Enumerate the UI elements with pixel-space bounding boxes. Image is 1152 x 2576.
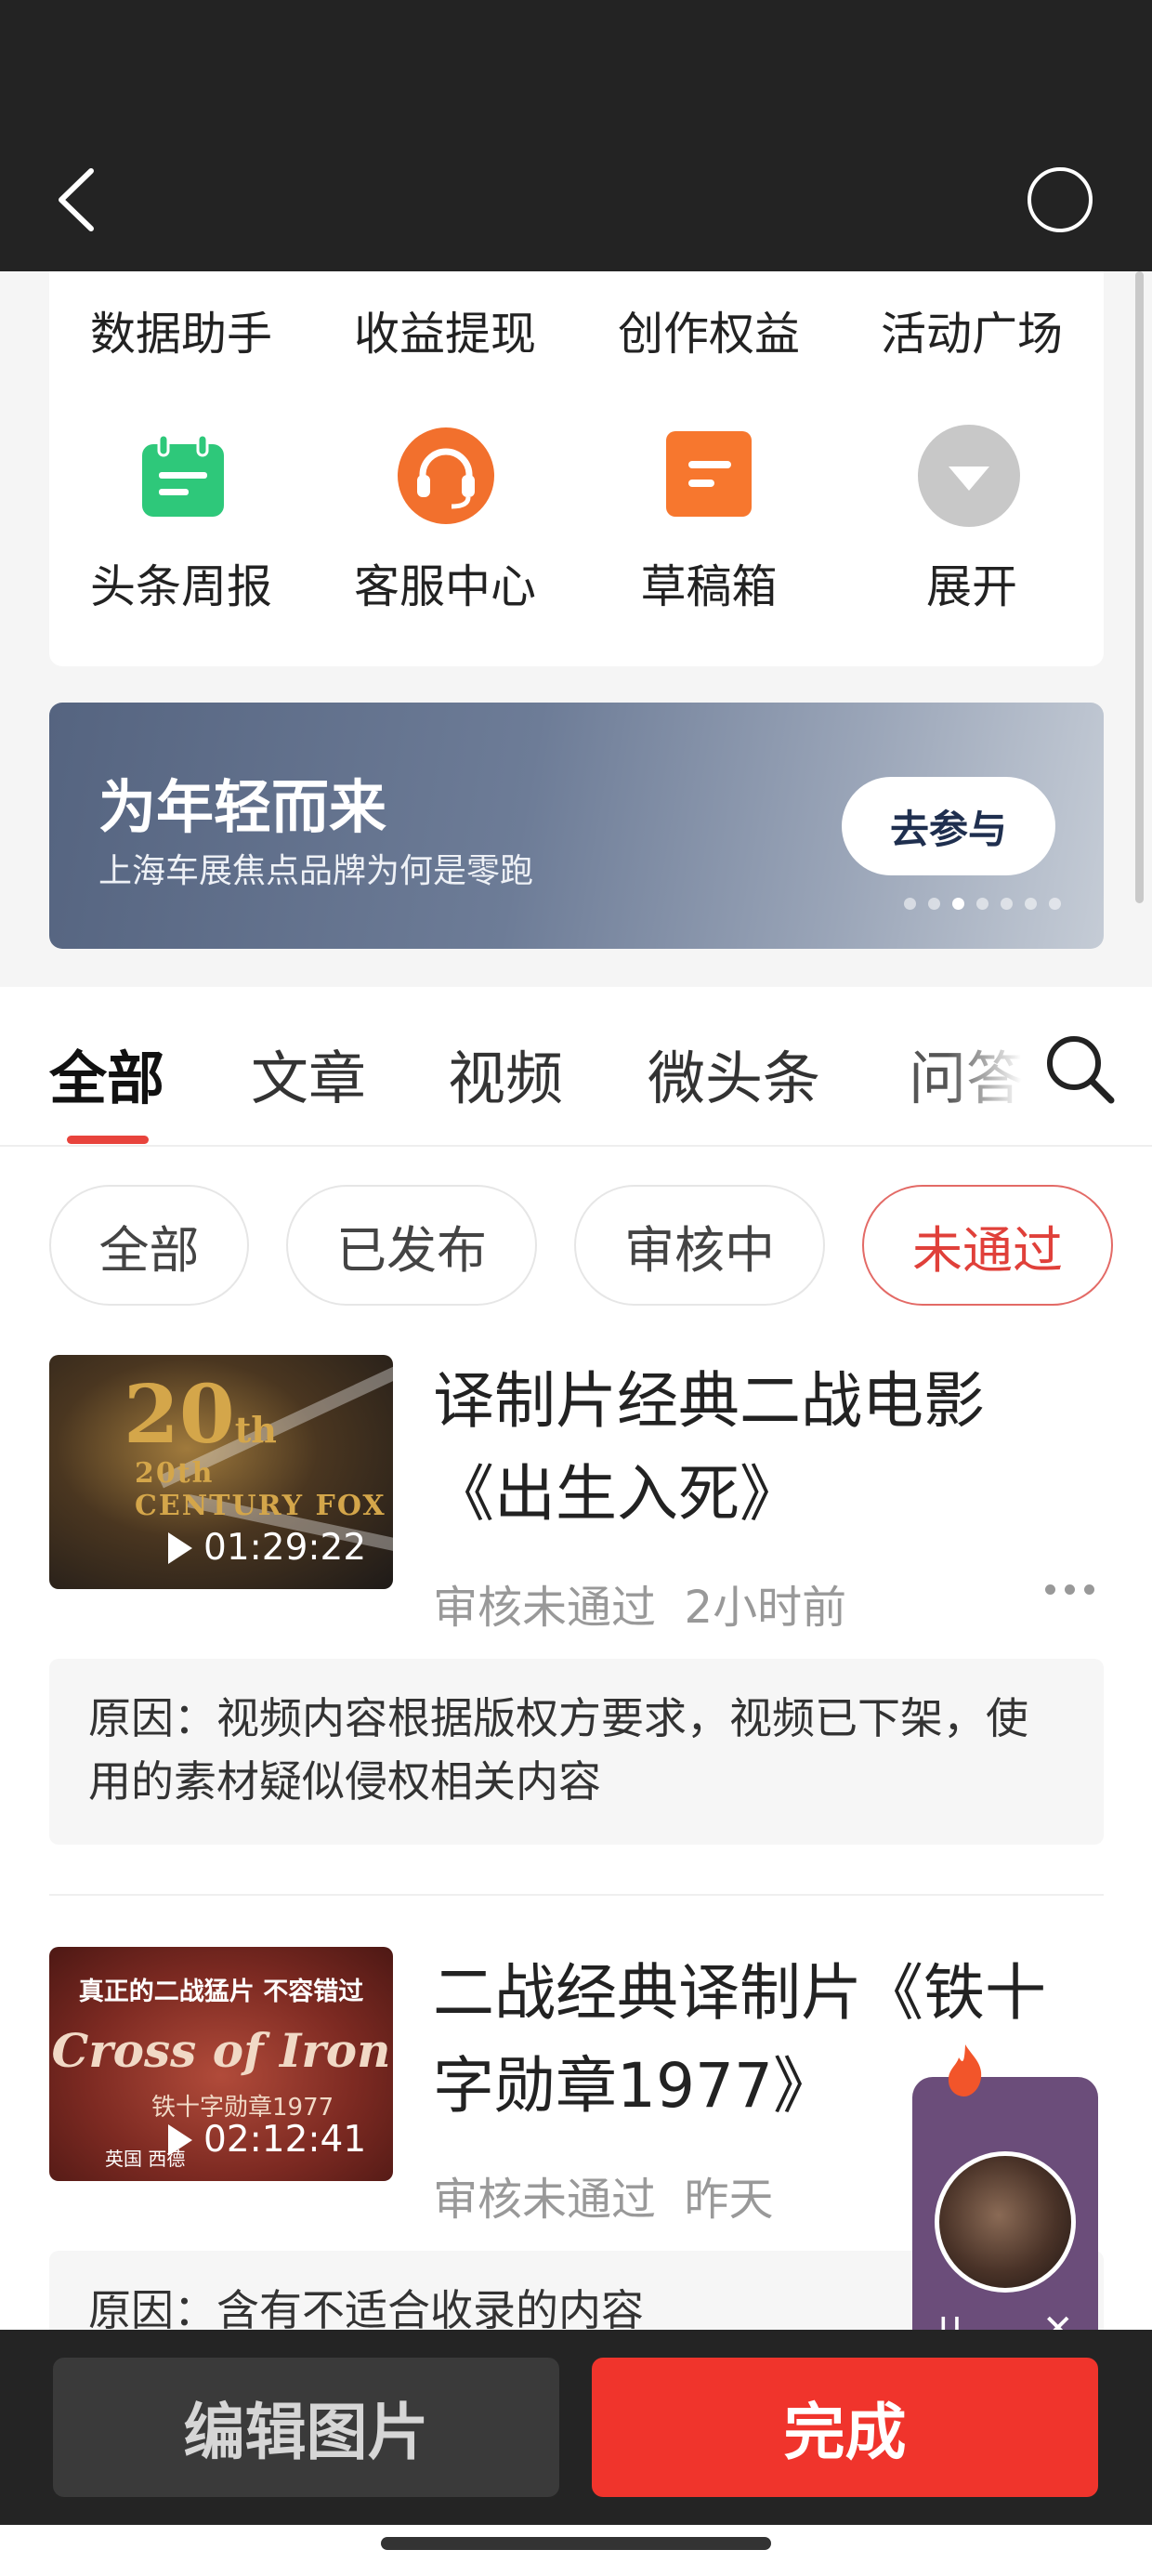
- timestamp: 2小时前: [684, 1582, 847, 1634]
- grid-item-earnings[interactable]: 收益提现: [313, 297, 577, 363]
- filter-all[interactable]: 全部: [49, 1185, 249, 1306]
- duration-text: 02:12:41: [203, 2119, 367, 2161]
- promo-banner[interactable]: 为年轻而来 上海车展焦点品牌为何是零跑 去参与: [49, 703, 1104, 949]
- timestamp: 昨天: [684, 2174, 774, 2226]
- carousel-dot: [1025, 898, 1037, 910]
- carousel-dot: [952, 898, 964, 910]
- thumb-caption: 20th CENTURY FOX: [135, 1457, 386, 1522]
- calendar-icon[interactable]: [138, 431, 228, 520]
- more-icon[interactable]: [1045, 1584, 1094, 1595]
- carousel-dot: [1001, 898, 1013, 910]
- grid-item-drafts[interactable]: 草稿箱: [577, 550, 841, 616]
- carousel-dot: [1049, 898, 1061, 910]
- album-art[interactable]: [935, 2151, 1076, 2293]
- video-thumbnail[interactable]: 真正的二战猛片 不容错过 Cross of Iron 铁十字勋章1977 英国 …: [49, 1947, 393, 2181]
- banner-subtitle: 上海车展焦点品牌为何是零跑: [98, 852, 534, 890]
- edit-image-button[interactable]: 编辑图片: [53, 2358, 559, 2497]
- active-tab-indicator: [67, 1136, 149, 1144]
- filter-published[interactable]: 已发布: [286, 1185, 537, 1306]
- filter-rejected[interactable]: 未通过: [862, 1185, 1113, 1306]
- carousel-dots: [904, 898, 1061, 910]
- status-label: 审核未通过: [433, 2174, 657, 2226]
- grid-item-customer-service[interactable]: 客服中心: [313, 550, 577, 616]
- grid-item-creator-rights[interactable]: 创作权益: [577, 297, 841, 363]
- tab-fade: [948, 1022, 1041, 1115]
- home-indicator[interactable]: [381, 2537, 771, 2550]
- tab-all[interactable]: 全部: [49, 1032, 164, 1115]
- draft-icon[interactable]: [664, 429, 753, 519]
- rejection-reason: 原因：视频内容根据版权方要求，视频已下架，使用的素材疑似侵权相关内容: [49, 1659, 1104, 1845]
- duration-text: 01:29:22: [203, 1527, 367, 1569]
- status-label: 审核未通过: [433, 1582, 657, 1634]
- carousel-dot: [976, 898, 988, 910]
- system-nav-area: [0, 2525, 1152, 2576]
- item-meta: 审核未通过 2小时前: [433, 1571, 846, 1636]
- video-thumbnail[interactable]: 20th 20th CENTURY FOX 01:29:22: [49, 1355, 393, 1589]
- item-meta: 审核未通过 昨天: [433, 2162, 774, 2228]
- duration: 01:29:22: [168, 1527, 366, 1569]
- grid-item-data-assistant[interactable]: 数据助手: [49, 297, 313, 363]
- thumb-logo-text: Cross of Iron: [51, 2023, 391, 2078]
- top-bar: [0, 0, 1152, 271]
- carousel-dot: [928, 898, 940, 910]
- thumb-caption: 真正的二战猛片 不容错过: [78, 1978, 364, 2006]
- flame-icon: [948, 2044, 982, 2096]
- tab-micro-posts[interactable]: 微头条: [648, 1032, 820, 1115]
- item-title[interactable]: 译制片经典二战电影《出生入死》: [433, 1355, 1065, 1541]
- filter-in-review[interactable]: 审核中: [574, 1185, 825, 1306]
- tools-grid: 数据助手 收益提现 创作权益 活动广场 头条周报 客服中心 草稿箱 展开: [49, 271, 1104, 666]
- circle-icon[interactable]: [1028, 167, 1093, 232]
- divider: [0, 1145, 1152, 1147]
- tab-videos[interactable]: 视频: [448, 1032, 563, 1115]
- expand-down-icon[interactable]: [917, 424, 1021, 528]
- grid-item-activity-square[interactable]: 活动广场: [840, 297, 1104, 363]
- scrollbar[interactable]: [1135, 271, 1144, 903]
- headset-icon[interactable]: [397, 427, 495, 525]
- banner-title: 为年轻而来: [98, 773, 387, 841]
- chevron-left-icon[interactable]: [54, 167, 100, 232]
- search-icon[interactable]: [1042, 1032, 1117, 1106]
- play-icon: [168, 1531, 192, 1564]
- thumb-subtitle: 铁十字勋章1977: [151, 2094, 334, 2122]
- grid-item-weekly-report[interactable]: 头条周报: [49, 550, 313, 616]
- play-icon: [168, 2123, 192, 2156]
- carousel-dot: [904, 898, 916, 910]
- tab-articles[interactable]: 文章: [251, 1032, 366, 1115]
- floating-audio-player[interactable]: II ✕: [912, 2077, 1098, 2365]
- join-button[interactable]: 去参与: [842, 777, 1055, 875]
- done-button[interactable]: 完成: [592, 2358, 1098, 2497]
- item-separator: [49, 1894, 1104, 1896]
- duration: 02:12:41: [168, 2119, 366, 2161]
- grid-item-expand[interactable]: 展开: [840, 550, 1104, 616]
